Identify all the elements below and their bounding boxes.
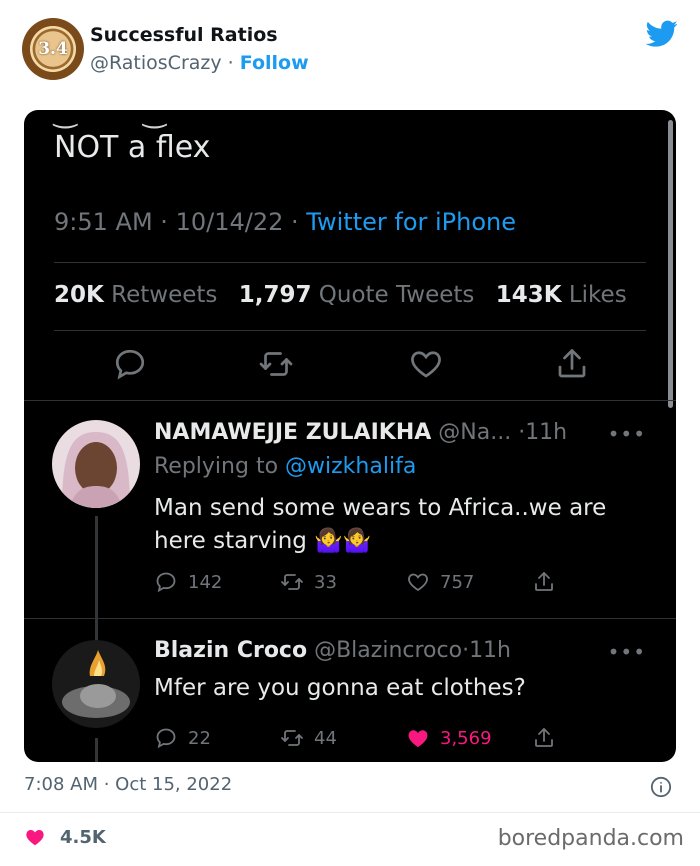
share-icon (535, 728, 553, 747)
retweet-count: 33 (314, 571, 337, 593)
retweet-icon (281, 730, 303, 746)
retweet-icon (281, 574, 303, 590)
divider (54, 262, 646, 263)
author-avatar[interactable]: 3.4 (22, 18, 84, 80)
retweets-label: Retweets (111, 282, 218, 308)
heart-icon (26, 829, 44, 846)
reply-author-name[interactable]: NAMAWEJJE ZULAIKHA (154, 420, 431, 445)
info-icon[interactable] (650, 776, 672, 798)
embedded-screenshot: ‿ ˘ ˇ ‿ NOT a flex 9:51 AM · 10/14/22 · … (24, 110, 676, 762)
embed-timestamp[interactable]: 7:08 AM · Oct 15, 2022 (24, 774, 232, 795)
tweet-time: 9:51 AM (54, 208, 153, 236)
divider (54, 330, 646, 331)
follow-button[interactable]: Follow (240, 52, 309, 74)
reply-actions: 22 44 3,569 (154, 726, 574, 756)
like-icon (408, 573, 428, 592)
more-options-icon[interactable]: ••• (608, 422, 646, 446)
likes-label: Likes (568, 282, 627, 308)
like-count: 757 (440, 571, 475, 593)
tweet-date: 10/14/22 (175, 208, 284, 236)
divider (24, 400, 676, 401)
reply-time: 11h (469, 638, 511, 663)
like-count: 3,569 (440, 727, 492, 749)
likes-count: 143K (495, 282, 562, 308)
replying-prefix: Replying to (154, 454, 279, 479)
reply-author-name[interactable]: Blazin Croco (154, 638, 307, 663)
more-options-icon[interactable]: ••• (608, 640, 646, 664)
retweets-count: 20K (54, 282, 104, 308)
retweet-icon (259, 352, 293, 376)
reply-reply-action[interactable]: 22 (154, 726, 211, 750)
tweet-stats: 20K Retweets 1,797 Quote Tweets 143K Lik… (54, 282, 627, 308)
user-photo (52, 420, 140, 508)
reply-header: Blazin Croco @Blazincroco·11h (154, 638, 511, 663)
separator-dot: · (462, 638, 470, 663)
reply-share-action[interactable] (532, 570, 556, 594)
reply-tweet[interactable]: NAMAWEJJE ZULAIKHA @Na... ·11h ••• Reply… (24, 420, 676, 646)
author-handle-row: @RatiosCrazy · Follow (90, 52, 309, 74)
share-icon (558, 349, 586, 378)
reply-header: NAMAWEJJE ZULAIKHA @Na... ·11h (154, 420, 567, 445)
reply-like-action[interactable]: 757 (406, 570, 474, 594)
user-photo (52, 640, 140, 728)
like-icon (411, 351, 441, 378)
reply-like-action[interactable]: 3,569 (406, 726, 492, 750)
reply-reply-action[interactable]: 142 (154, 570, 222, 594)
reply-time: 11h (525, 420, 568, 445)
tweet-text: NOT a flex (54, 130, 211, 165)
reply-icon (115, 349, 145, 380)
reply-retweet-action[interactable]: 44 (280, 726, 337, 750)
reply-retweet-action[interactable]: 33 (280, 570, 337, 594)
quotes-label: Quote Tweets (318, 282, 475, 308)
reply-count: 22 (188, 727, 211, 749)
author-avatar-text: 3.4 (38, 39, 68, 59)
divider (0, 812, 700, 813)
reply-text: Mfer are you gonna eat clothes? (154, 675, 526, 701)
twitter-bird-icon[interactable] (646, 20, 678, 48)
thread-line (95, 516, 98, 646)
reply-icon (156, 572, 176, 593)
reply-text: Man send some wears to Africa..we are he… (154, 495, 607, 554)
separator-dot: · (160, 208, 168, 236)
filled-heart-icon (408, 730, 428, 747)
reply-avatar[interactable] (52, 640, 140, 728)
author-name[interactable]: Successful Ratios (90, 24, 278, 46)
author-handle[interactable]: @RatiosCrazy (90, 52, 222, 74)
screenshot-scrollbar (668, 120, 673, 408)
replying-mention[interactable]: @wizkhalifa (285, 454, 416, 479)
separator-dot: · (291, 208, 299, 236)
reply-tweet[interactable]: Blazin Croco @Blazincroco·11h ••• Mfer a… (24, 638, 676, 762)
thread-line (95, 738, 98, 762)
clipped-text-fragment: ‿ ˘ ˇ ‿ (54, 110, 168, 129)
tweet-meta: 9:51 AM · 10/14/22 · Twitter for iPhone (54, 208, 516, 236)
retweet-count: 44 (314, 727, 337, 749)
embed-likes[interactable]: 4.5K (24, 826, 106, 848)
separator-dot: · (227, 52, 234, 74)
replying-to: Replying to @wizkhalifa (154, 454, 416, 479)
reply-author-handle[interactable]: @Na... (438, 420, 511, 445)
tweet-action-bar (112, 346, 612, 386)
embed-likes-count: 4.5K (60, 826, 106, 848)
embed-header: 3.4 Successful Ratios @RatiosCrazy · Fol… (22, 16, 678, 82)
reply-share-action[interactable] (532, 726, 556, 750)
reply-actions: 142 33 757 (154, 570, 574, 600)
share-icon (535, 572, 553, 591)
reply-author-handle[interactable]: @Blazincroco (314, 638, 462, 663)
tweet-source: Twitter for iPhone (306, 208, 517, 236)
reply-icon (156, 728, 176, 749)
watermark: boredpanda.com (497, 826, 684, 851)
reply-avatar[interactable] (52, 420, 140, 508)
divider (24, 618, 676, 619)
quotes-count: 1,797 (238, 282, 312, 308)
reply-count: 142 (188, 571, 223, 593)
